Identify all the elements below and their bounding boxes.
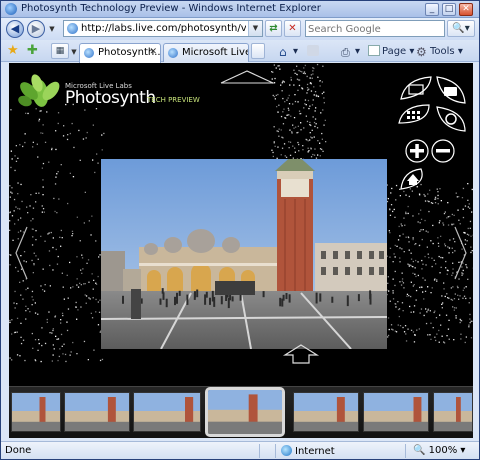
home-button[interactable]: ⌂ ▾ xyxy=(279,44,298,59)
back-button[interactable]: ◀ xyxy=(6,20,24,38)
navigate-forward-icon[interactable] xyxy=(281,343,321,365)
search-button[interactable]: 🔍▾ xyxy=(447,20,475,37)
ie-icon xyxy=(5,3,17,15)
navigate-left-icon[interactable] xyxy=(13,223,29,283)
thumbnail-4[interactable] xyxy=(205,387,285,437)
address-field[interactable]: http://labs.live.com/photosynth/view.htm… xyxy=(63,20,263,37)
forward-button[interactable]: ▶ xyxy=(27,20,45,38)
thumbnail-strip xyxy=(9,386,473,438)
status-divider xyxy=(259,444,260,458)
page-icon xyxy=(67,23,78,34)
thumbnail-6[interactable] xyxy=(363,392,429,432)
thumbnail-7[interactable] xyxy=(433,392,473,432)
tab-page-icon xyxy=(168,48,178,58)
navigate-right-icon[interactable] xyxy=(453,223,469,283)
quick-tabs-button[interactable]: ▦ xyxy=(51,43,69,59)
thumbnail-1[interactable] xyxy=(11,392,61,432)
status-divider xyxy=(405,444,406,458)
status-divider xyxy=(275,444,276,458)
photosynth-leaf-logo xyxy=(18,74,60,107)
search-input[interactable] xyxy=(308,22,444,36)
browser-window: Photosynth Technology Preview - Windows … xyxy=(0,0,480,460)
thumbnail-2[interactable] xyxy=(64,392,130,432)
globe-icon xyxy=(281,445,292,456)
tab-label: Microsoft Live... xyxy=(182,47,248,58)
camera-icon xyxy=(444,87,457,96)
minimize-button[interactable]: _ xyxy=(425,3,439,16)
address-row: ◀ ▶ ▼ http://labs.live.com/photosynth/vi… xyxy=(1,18,479,40)
window-title: Photosynth Technology Preview - Windows … xyxy=(21,3,321,14)
search-box[interactable] xyxy=(305,20,445,37)
history-dropdown[interactable]: ▼ xyxy=(48,24,56,34)
thumbnail-5[interactable] xyxy=(293,392,359,432)
page-menu[interactable]: Page ▾ xyxy=(368,44,414,59)
photosynth-viewer[interactable]: Microsoft Live Labs Photosynth TECH PREV… xyxy=(9,63,473,386)
title-bar: Photosynth Technology Preview - Windows … xyxy=(1,1,479,18)
maximize-button[interactable]: □ xyxy=(442,3,456,16)
tools-menu-label: Tools xyxy=(430,46,455,57)
feeds-button[interactable] xyxy=(307,44,321,59)
status-text: Done xyxy=(5,445,32,456)
zoom-level[interactable]: 🔍 100% ▾ xyxy=(413,445,465,456)
security-zone[interactable]: Internet xyxy=(281,445,335,457)
zoom-value: 100% xyxy=(428,445,458,456)
zone-label: Internet xyxy=(295,446,335,457)
refresh-button[interactable]: ⇄ xyxy=(265,20,282,37)
address-url[interactable]: http://labs.live.com/photosynth/view.htm xyxy=(81,23,246,34)
current-photo[interactable] xyxy=(101,159,387,349)
navigate-up-icon[interactable] xyxy=(217,69,277,85)
thumbnail-3[interactable] xyxy=(133,392,201,432)
tab-list-dropdown[interactable]: ▼ xyxy=(70,47,78,57)
logo-title: Photosynth xyxy=(65,88,156,108)
add-favorite-icon[interactable]: ✚ xyxy=(27,44,38,57)
address-dropdown[interactable]: ▼ xyxy=(248,21,262,36)
status-bar: Done Internet 🔍 100% ▾ xyxy=(1,441,479,459)
page-menu-label: Page xyxy=(382,46,407,57)
favorites-star-icon[interactable]: ★ xyxy=(7,44,19,57)
tab-row: ★ ✚ ▦ ▼ Photosynth... ✕ Microsoft Live..… xyxy=(1,40,479,63)
close-button[interactable]: ✕ xyxy=(459,3,473,16)
tab-close-icon[interactable]: ✕ xyxy=(149,47,157,57)
stop-button[interactable]: ✕ xyxy=(284,20,301,37)
print-button[interactable]: ⎙ ▾ xyxy=(341,44,360,59)
tab-microsoft-live[interactable]: Microsoft Live... xyxy=(163,43,249,62)
tools-menu[interactable]: ⚙ Tools ▾ xyxy=(416,44,463,59)
tab-page-icon xyxy=(84,48,94,58)
tab-photosynth[interactable]: Photosynth... ✕ xyxy=(79,43,161,63)
logo-tagline: TECH PREVIEW xyxy=(147,96,200,104)
viewer-controls[interactable] xyxy=(393,73,471,205)
new-tab-button[interactable] xyxy=(251,43,265,59)
zoom-out-icon xyxy=(436,149,450,153)
